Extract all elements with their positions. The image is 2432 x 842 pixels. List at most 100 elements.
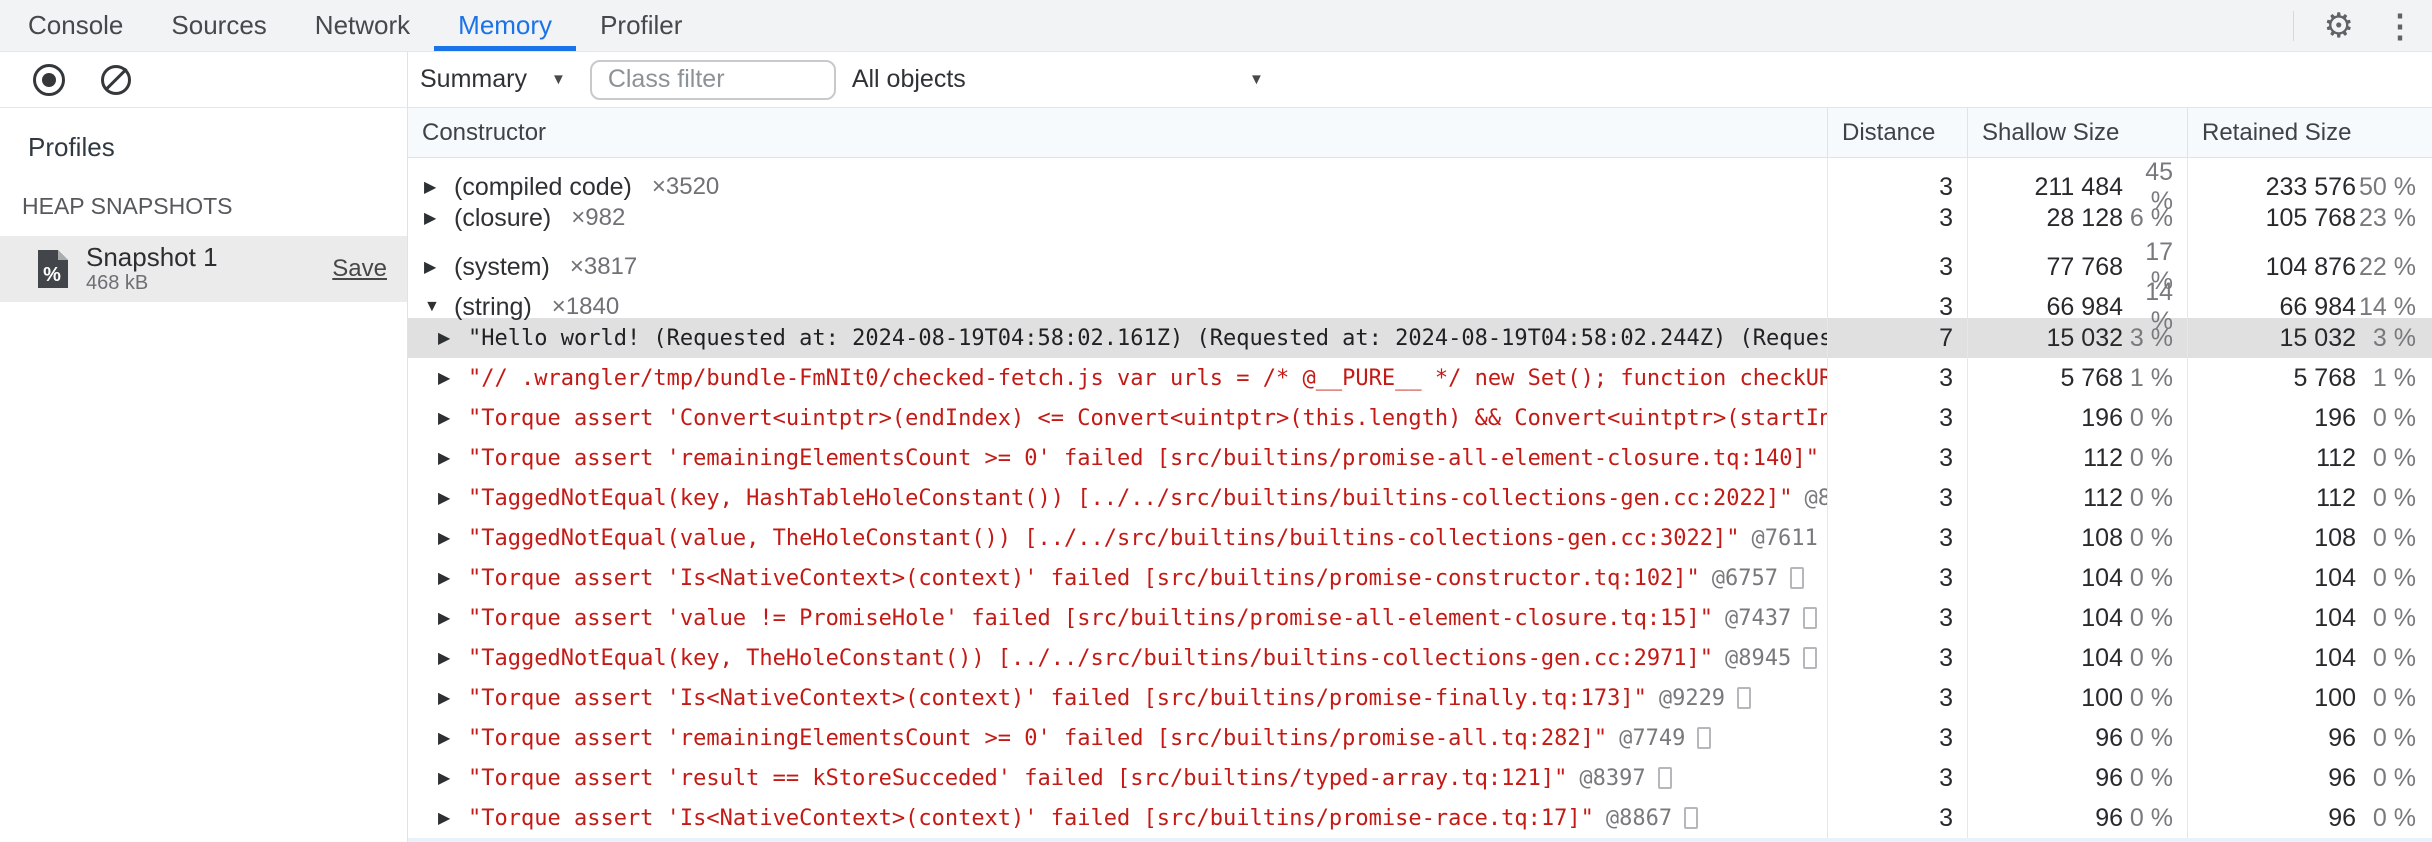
expand-triangle-icon[interactable]: ▶ [438,688,468,708]
retained-size-value: 96 [2328,763,2356,792]
table-row[interactable]: ▶ "TaggedNotEqual(key, HashTableHoleConst… [408,478,2432,518]
distance-cell: 3 [1827,758,1967,798]
expand-triangle-icon[interactable]: ▶ [438,728,468,748]
collapse-triangle-icon[interactable]: ▼ [424,298,454,316]
table-row[interactable]: ▶ "Torque assert 'result == kStoreSuccede… [408,758,2432,798]
missing-glyph-box [1697,727,1712,749]
retained-size-value: 100 [2314,683,2356,712]
string-value: "Torque assert 'result == kStoreSucceded… [468,765,1568,791]
table-row[interactable]: ▶ "Torque assert 'remainingElementsCount … [408,718,2432,758]
distance-cell: 3 [1827,558,1967,598]
expand-triangle-icon[interactable]: ▶ [438,328,468,348]
table-row[interactable]: ▶ (closure) ×982 3 28 128 6 % 105 768 23 % [408,198,2432,238]
expand-triangle-icon[interactable]: ▶ [438,368,468,388]
shallow-size-cell: 104 0 % [1967,598,2187,638]
expand-triangle-icon[interactable]: ▶ [424,257,454,277]
shallow-size-value: 96 [2095,763,2123,792]
table-row[interactable]: ▶ "Torque assert 'Is<NativeContext>(conte… [408,558,2432,598]
table-row[interactable]: ▼ (string) ×1840 3 66 984 14 % 66 984 14 % [408,278,2432,336]
record-heap-snapshot-icon[interactable] [33,63,65,96]
retained-size-value: 96 [2328,803,2356,832]
constructor-cell: ▶ (closure) ×982 [408,198,1827,238]
table-row[interactable]: ▶ "Torque assert 'Convert<uintptr>(endInd… [408,398,2432,438]
distance-cell: 3 [1827,358,1967,398]
instance-count: ×982 [571,204,626,231]
retained-size-value: 112 [2316,443,2356,472]
expand-triangle-icon[interactable]: ▶ [424,208,454,228]
object-id: @7611 [1751,525,1818,551]
expand-triangle-icon[interactable]: ▶ [438,568,468,588]
tab-console[interactable]: Console [4,0,147,51]
shallow-size-value: 96 [2095,723,2123,752]
object-id: @7749 [1619,725,1686,751]
more-options-icon[interactable]: ⋮ [2384,10,2416,42]
settings-gear-icon[interactable]: ⚙ [2324,9,2354,43]
shallow-size-percent: 0 % [2129,523,2173,552]
heap-snapshots-section-label: HEAP SNAPSHOTS [22,193,233,219]
tab-sources[interactable]: Sources [147,0,290,51]
tab-profiler[interactable]: Profiler [576,0,706,51]
object-id: @8397 [1579,765,1646,791]
table-row[interactable]: ▶ "Hello world! (Requested at: 2024-08-19… [408,318,2432,358]
table-row[interactable]: ▶ "TaggedNotEqual(key, TheHoleConstant())… [408,638,2432,678]
distance-cell: 3 [1827,438,1967,478]
object-scope-select[interactable]: All objects ▼ [852,65,1276,94]
column-header-distance[interactable]: Distance [1827,108,1967,157]
retained-size-value: 104 [2314,603,2356,632]
tab-network[interactable]: Network [291,0,434,51]
heap-snapshot-panel: Summary ▼ All objects ▼ Constructor Dist… [408,52,2432,842]
table-row[interactable]: ▶ "Torque assert 'value != PromiseHole' f… [408,598,2432,638]
column-header-shallow-size[interactable]: Shallow Size [1967,108,2187,157]
column-header-retained-size[interactable]: Retained Size [2187,108,2432,157]
expand-triangle-icon[interactable]: ▶ [438,648,468,668]
table-row[interactable]: ▶ (system) ×3817 3 77 768 17 % 104 876 22 % [408,238,2432,296]
expand-triangle-icon[interactable]: ▶ [438,448,468,468]
svg-text:%: % [43,264,61,286]
retained-size-percent: 0 % [2372,603,2416,632]
table-row[interactable]: ▶ "Torque assert 'Is<NativeContext>(conte… [408,678,2432,718]
expand-triangle-icon[interactable]: ▶ [438,768,468,788]
table-row[interactable]: ▶ "Torque assert 'remainingElementsCount … [408,438,2432,478]
table-row[interactable]: ▶ "// .wrangler/tmp/bundle-FmNIt0/checked… [408,358,2432,398]
retained-size-cell: 112 0 % [2187,478,2432,518]
expand-triangle-icon[interactable]: ▶ [424,177,454,197]
string-value: "Torque assert 'Convert<uintptr>(endInde… [468,405,1827,431]
object-id: @8945 [1725,645,1792,671]
shallow-size-value: 196 [2081,403,2123,432]
perspective-select[interactable]: Summary ▼ [420,65,566,94]
expand-triangle-icon[interactable]: ▶ [438,608,468,628]
shallow-size-cell: 104 0 % [1967,558,2187,598]
instance-count: ×1840 [551,293,620,320]
tab-memory[interactable]: Memory [434,0,577,51]
object-scope-value: All objects [851,65,966,93]
shallow-size-cell: 96 0 % [1967,758,2187,798]
devtools-tab-bar: Console Sources Network Memory Profiler ⚙ ⋮ [0,0,2432,52]
retained-size-value: 96 [2328,723,2356,752]
expand-triangle-icon[interactable]: ▶ [438,528,468,548]
retained-size-cell: 104 0 % [2187,558,2432,598]
distance-cell: 3 [1827,638,1967,678]
retained-size-cell: 100 0 % [2187,678,2432,718]
table-row[interactable]: ▶ "TaggedNotEqual(value, TheHoleConstant(… [408,518,2432,558]
string-value: "// .wrangler/tmp/bundle-FmNIt0/checked-… [468,365,1827,391]
shallow-size-percent: 0 % [2129,443,2173,472]
expand-triangle-icon[interactable]: ▶ [438,808,468,828]
expand-triangle-icon[interactable]: ▶ [438,488,468,508]
missing-glyph-box [1657,767,1672,789]
save-snapshot-link[interactable]: Save [332,255,387,283]
object-id: @8 [1804,485,1827,511]
missing-glyph-box [1803,607,1818,629]
shallow-size-percent: 1 % [2129,363,2173,392]
sidebar-item-snapshot-1[interactable]: % Snapshot 1 468 kB Save [0,236,407,302]
constructor-cell: ▶ "Torque assert 'remainingElementsCount … [408,718,1827,758]
column-header-constructor[interactable]: Constructor [408,108,1827,157]
expand-triangle-icon[interactable]: ▶ [438,408,468,428]
table-row[interactable]: ▶ (compiled code) ×3520 3 211 484 45 % 233 576… [408,158,2432,216]
record-dot [42,72,56,87]
missing-glyph-box [1684,807,1699,829]
class-filter-input[interactable] [589,59,836,100]
clear-profiles-icon[interactable] [101,64,131,95]
shallow-size-percent: 0 % [2129,643,2173,672]
table-row[interactable]: ▶ "Torque assert 'Is<NativeContext>(conte… [408,798,2432,838]
snapshot-toolbar: Summary ▼ All objects ▼ [408,52,2432,108]
